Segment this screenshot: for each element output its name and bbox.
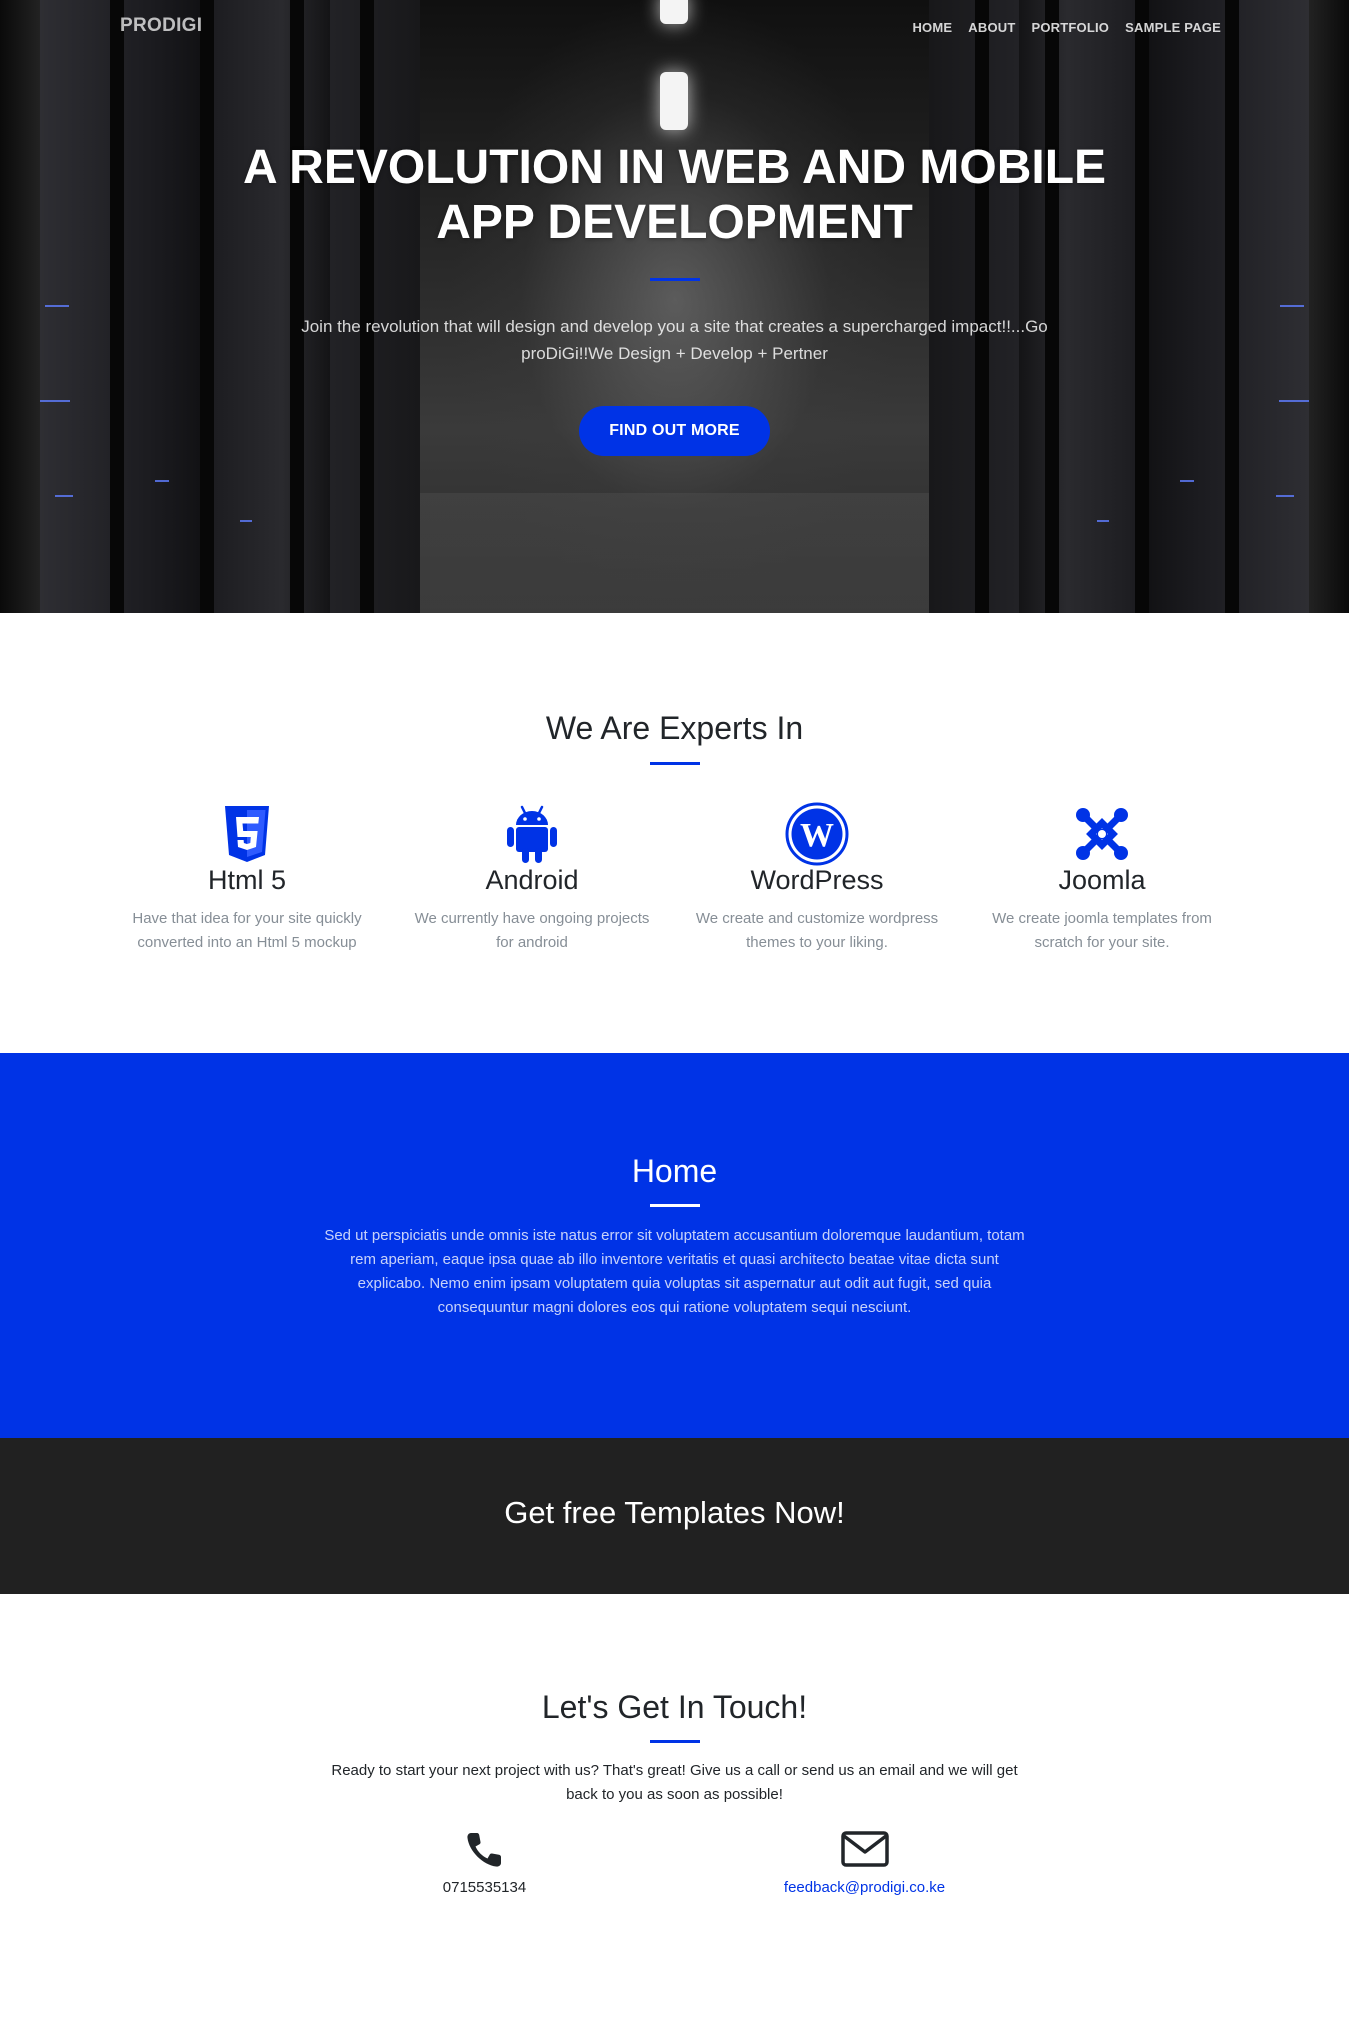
service-text: We create joomla templates from scratch … xyxy=(992,910,1212,951)
hero-title: A REVOLUTION IN WEB AND MOBILE APP DEVEL… xyxy=(242,141,1107,249)
home-section: Home Sed ut perspiciatis unde omnis iste… xyxy=(0,1053,1349,1438)
free-templates-heading: Get free Templates Now! xyxy=(504,1495,845,1530)
hero-text: Join the revolution that will design and… xyxy=(301,317,1048,363)
joomla-icon xyxy=(960,803,1245,865)
svg-text:W: W xyxy=(800,817,834,854)
email-link[interactable]: feedback@prodigi.co.ke xyxy=(784,1879,945,1896)
html5-icon xyxy=(105,803,390,865)
navbar: PRODIGI HOME ABOUT PORTFOLIO SAMPLE PAGE xyxy=(0,0,1349,56)
find-out-more-button[interactable]: FIND OUT MORE xyxy=(579,406,770,456)
contact-heading: Let's Get In Touch! xyxy=(541,1689,808,1725)
service-joomla: Joomla We create joomla templates from s… xyxy=(960,803,1245,955)
nav-link-portfolio[interactable]: PORTFOLIO xyxy=(1031,20,1109,35)
contact-details: 0715535134 feedback@prodigi.co.ke xyxy=(0,1827,1349,1897)
contact-section: Let's Get In Touch! Ready to start your … xyxy=(0,1594,1349,2024)
free-templates-section: Get free Templates Now! xyxy=(0,1438,1349,1594)
service-android: Android We currently have ongoing projec… xyxy=(390,803,675,955)
hero-content: A REVOLUTION IN WEB AND MOBILE APP DEVEL… xyxy=(0,140,1349,456)
service-html5: Html 5 Have that idea for your site quic… xyxy=(105,803,390,955)
home-divider xyxy=(649,1204,700,1207)
service-wordpress: W WordPress We create and customize word… xyxy=(675,802,960,955)
hero-divider xyxy=(649,278,700,281)
nav-link-sample-page[interactable]: SAMPLE PAGE xyxy=(1125,20,1221,35)
services-list: Html 5 Have that idea for your site quic… xyxy=(0,802,1349,955)
service-title: Android xyxy=(485,865,579,895)
nav-link-home[interactable]: HOME xyxy=(912,20,952,35)
service-text: We create and customize wordpress themes… xyxy=(695,910,939,951)
phone-number: 0715535134 xyxy=(442,1879,527,1896)
experts-heading: We Are Experts In xyxy=(545,710,804,746)
nav-links: HOME ABOUT PORTFOLIO SAMPLE PAGE xyxy=(912,19,1221,37)
brand-logo[interactable]: PRODIGI xyxy=(120,15,202,37)
contact-divider xyxy=(649,1740,700,1743)
android-icon xyxy=(390,803,675,865)
contact-email: feedback@prodigi.co.ke xyxy=(675,1827,1055,1897)
experts-section: We Are Experts In Html 5 Have that idea … xyxy=(0,613,1349,1053)
experts-divider xyxy=(649,762,700,765)
service-text: We currently have ongoing projects for a… xyxy=(414,910,650,951)
hero-section: PRODIGI HOME ABOUT PORTFOLIO SAMPLE PAGE… xyxy=(0,0,1349,613)
envelope-icon xyxy=(675,1827,1055,1871)
home-heading: Home xyxy=(631,1153,718,1189)
contact-phone: 0715535134 xyxy=(295,1827,675,1897)
contact-text: Ready to start your next project with us… xyxy=(331,1762,1018,1803)
service-title: Joomla xyxy=(1058,865,1146,895)
service-title: Html 5 xyxy=(207,865,286,895)
home-text: Sed ut perspiciatis unde omnis iste natu… xyxy=(324,1227,1025,1316)
service-title: WordPress xyxy=(750,865,884,895)
service-text: Have that idea for your site quickly con… xyxy=(132,910,362,951)
phone-icon xyxy=(295,1827,675,1871)
nav-link-about[interactable]: ABOUT xyxy=(968,20,1015,35)
wordpress-icon: W xyxy=(675,802,960,866)
